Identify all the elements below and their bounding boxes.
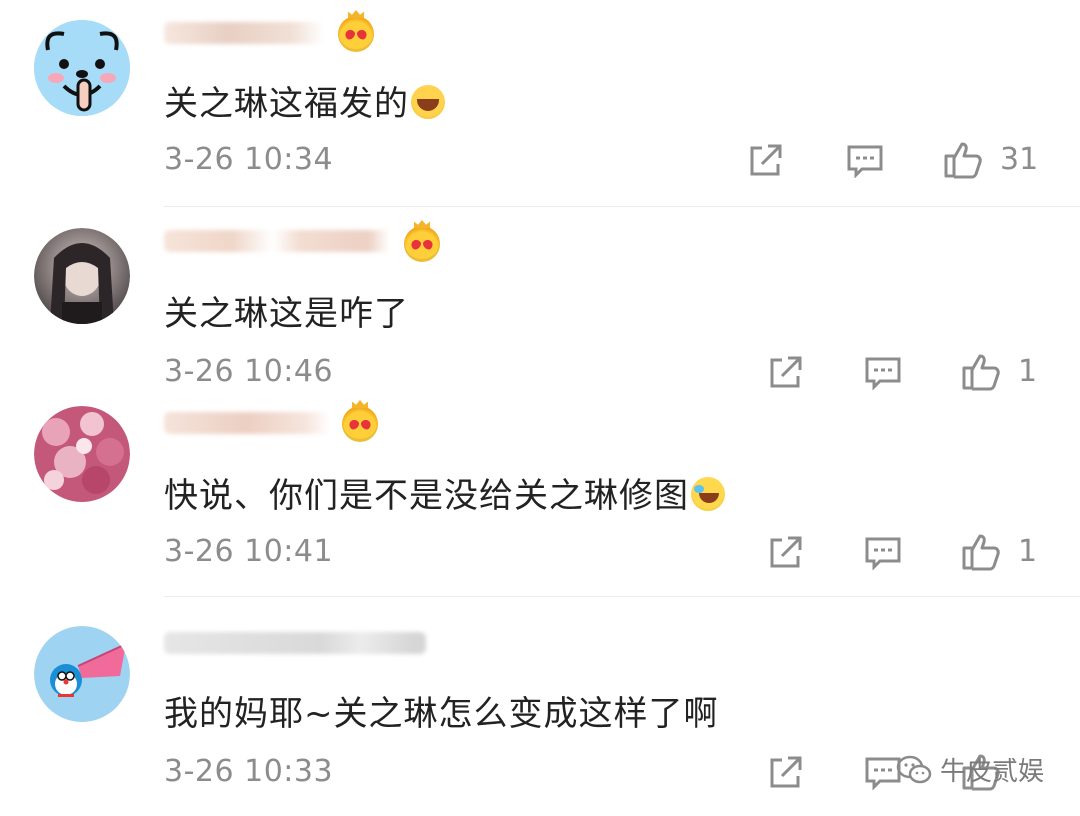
share-icon — [770, 536, 802, 568]
user-avatar[interactable] — [34, 20, 130, 116]
laughing-tears-emoji-icon — [691, 477, 725, 511]
comment-item: 快说、你们是不是没给关之琳修图 3-26 10:41 1 — [0, 388, 1080, 598]
watermark: 牛皮贰娱 — [896, 751, 1044, 788]
comment-time: 3-26 10:34 — [164, 142, 334, 177]
comment-text: 快说、你们是不是没给关之琳修图 — [164, 468, 725, 517]
username-blurred[interactable] — [164, 230, 390, 252]
comment-icon — [847, 145, 883, 178]
divider — [164, 206, 1080, 207]
like-button[interactable] — [942, 138, 984, 179]
thumbs-up-icon — [944, 142, 982, 179]
thumbs-up-icon — [962, 534, 1000, 571]
vip-badge-icon — [342, 400, 378, 442]
comment-icon — [865, 357, 901, 390]
user-avatar[interactable] — [34, 626, 130, 722]
vip-badge-icon — [338, 10, 374, 52]
like-button[interactable] — [960, 530, 1002, 571]
share-icon — [770, 356, 802, 388]
comment-time: 3-26 10:33 — [164, 754, 334, 789]
like-count: 1 — [1018, 534, 1038, 569]
wechat-icon — [896, 755, 932, 783]
comment-item: 关之琳这福发的 3-26 10:34 31 — [0, 0, 1080, 208]
username-blurred[interactable] — [164, 22, 324, 44]
comment-time: 3-26 10:41 — [164, 534, 334, 569]
comment-icon — [865, 537, 901, 570]
like-button[interactable] — [960, 350, 1002, 391]
username-blurred[interactable] — [164, 412, 330, 434]
username-blurred[interactable] — [164, 632, 426, 654]
like-count: 31 — [1000, 142, 1039, 177]
comment-text: 关之琳这福发的 — [164, 76, 445, 125]
comment-item: 关之琳这是咋了 3-26 10:46 1 — [0, 208, 1080, 391]
like-count: 1 — [1018, 354, 1038, 389]
comment-time: 3-26 10:46 — [164, 354, 334, 389]
share-icon — [750, 144, 782, 176]
watermark-text: 牛皮贰娱 — [939, 757, 1044, 787]
reply-button[interactable] — [846, 144, 884, 184]
share-icon — [770, 756, 802, 788]
comment-text: 我的妈耶~关之琳怎么变成这样了啊 — [164, 694, 719, 734]
vip-badge-icon — [404, 220, 440, 262]
laugh-emoji-icon — [411, 85, 445, 119]
reply-button[interactable] — [864, 536, 902, 576]
thumbs-up-icon — [962, 354, 1000, 391]
comment-text: 关之琳这是咋了 — [164, 294, 409, 334]
share-button[interactable] — [746, 142, 784, 182]
user-avatar[interactable] — [34, 228, 130, 324]
share-button[interactable] — [766, 534, 804, 574]
divider — [164, 596, 1080, 597]
user-avatar[interactable] — [34, 406, 130, 502]
share-button[interactable] — [766, 754, 804, 794]
